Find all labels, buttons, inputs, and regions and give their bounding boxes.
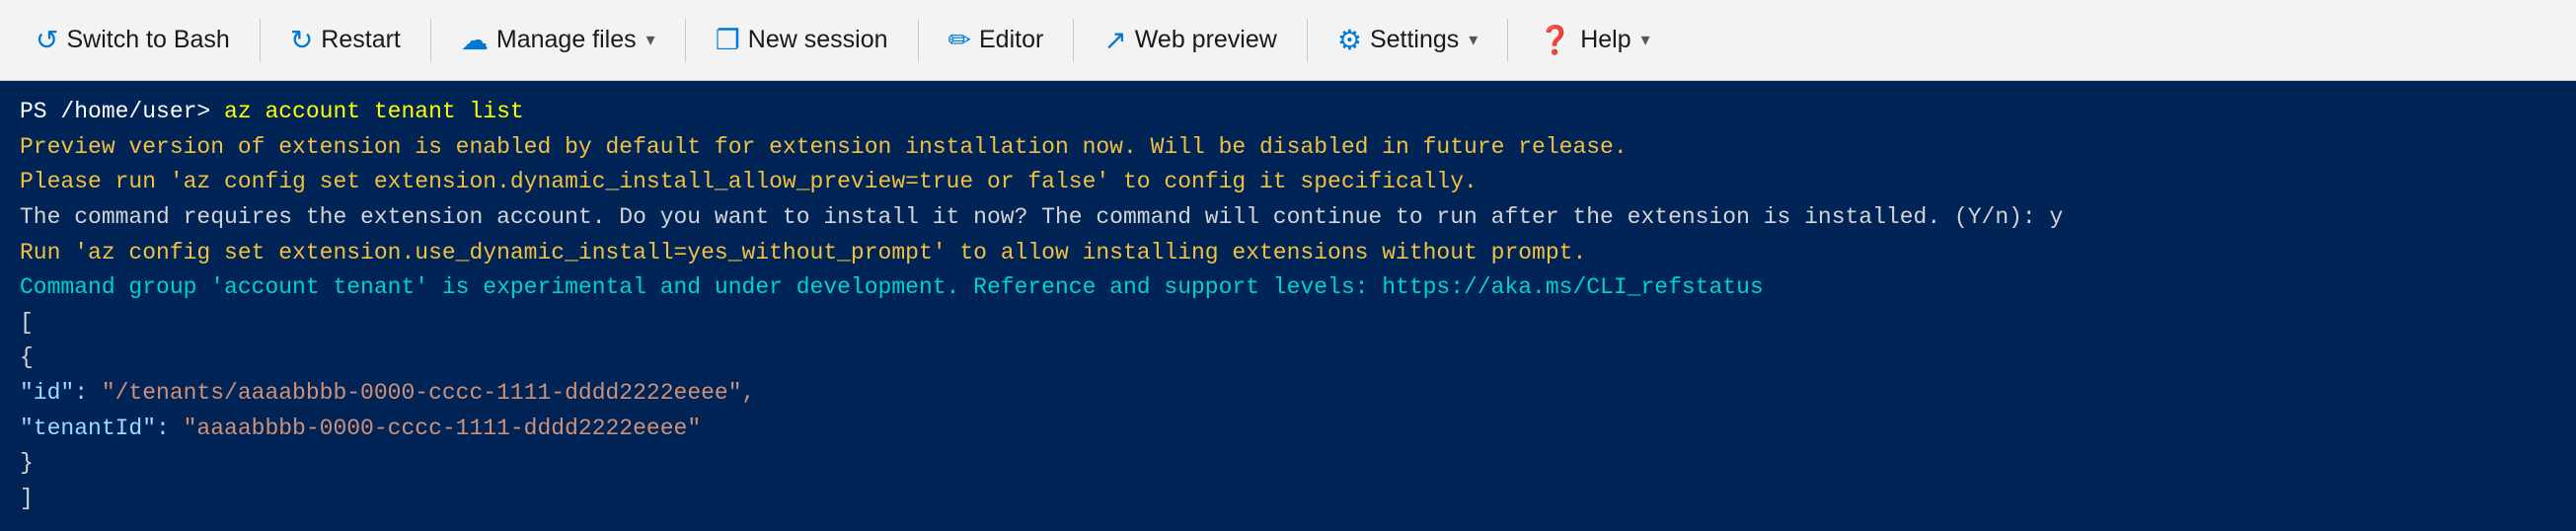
output-line-1: Preview version of extension is enabled …: [20, 130, 2556, 166]
manage-files-button[interactable]: ☁ Manage files ▾: [443, 14, 673, 66]
prompt-command: az account tenant list: [224, 99, 524, 124]
restart-button[interactable]: ↻ Restart: [272, 14, 418, 66]
output-line-2: Please run 'az config set extension.dyna…: [20, 165, 2556, 200]
output-line-3: The command requires the extension accou…: [20, 200, 2556, 236]
web-preview-label: Web preview: [1135, 26, 1277, 54]
switch-bash-icon: ↺: [36, 24, 58, 56]
help-chevron: ▾: [1641, 30, 1650, 50]
json-tenantid-key: "tenantId":: [20, 416, 170, 441]
editor-button[interactable]: ✏ Editor: [931, 14, 1062, 66]
json-open-bracket: [: [20, 306, 2556, 341]
toolbar: ↺ Switch to Bash ↻ Restart ☁ Manage file…: [0, 0, 2576, 81]
editor-label: Editor: [979, 26, 1043, 54]
json-tenantid-value: "aaaabbbb-0000-cccc-1111-dddd2222eeee": [170, 416, 701, 441]
divider-2: [430, 19, 431, 62]
settings-icon: ⚙: [1337, 24, 1362, 56]
settings-label: Settings: [1370, 26, 1459, 54]
output-line-5: Command group 'account tenant' is experi…: [20, 270, 2556, 306]
new-session-label: New session: [748, 26, 888, 54]
output-line-4: Run 'az config set extension.use_dynamic…: [20, 236, 2556, 271]
prompt-line: PS /home/user> az account tenant list: [20, 95, 2556, 130]
web-preview-button[interactable]: ↗ Web preview: [1086, 14, 1295, 66]
divider-1: [260, 19, 261, 62]
json-close-brace: }: [20, 446, 2556, 482]
help-label: Help: [1580, 26, 1630, 54]
switch-bash-label: Switch to Bash: [66, 26, 229, 54]
help-icon: ❓: [1538, 24, 1572, 56]
new-session-button[interactable]: ❐ New session: [698, 14, 906, 66]
divider-3: [685, 19, 686, 62]
help-button[interactable]: ❓ Help ▾: [1520, 14, 1667, 66]
divider-6: [1307, 19, 1308, 62]
switch-to-bash-button[interactable]: ↺ Switch to Bash: [18, 14, 248, 66]
restart-icon: ↻: [290, 24, 313, 56]
restart-label: Restart: [321, 26, 401, 54]
divider-5: [1073, 19, 1074, 62]
web-preview-icon: ↗: [1103, 24, 1126, 56]
prompt-path: PS /home/user>: [20, 99, 210, 124]
terminal[interactable]: PS /home/user> az account tenant list Pr…: [0, 81, 2576, 531]
manage-files-label: Manage files: [496, 26, 637, 54]
manage-files-icon: ☁: [461, 24, 489, 56]
json-open-brace: {: [20, 341, 2556, 376]
json-tenantid-line: "tenantId": "aaaabbbb-0000-cccc-1111-ddd…: [20, 412, 2556, 447]
divider-4: [918, 19, 919, 62]
json-id-value: "/tenants/aaaabbbb-0000-cccc-1111-dddd22…: [88, 380, 755, 406]
divider-7: [1507, 19, 1508, 62]
settings-chevron: ▾: [1469, 30, 1477, 50]
json-close-bracket: ]: [20, 482, 2556, 517]
editor-icon: ✏: [948, 24, 971, 56]
json-id-line: "id": "/tenants/aaaabbbb-0000-cccc-1111-…: [20, 376, 2556, 412]
manage-files-chevron: ▾: [646, 30, 655, 50]
settings-button[interactable]: ⚙ Settings ▾: [1320, 14, 1496, 66]
json-id-key: "id":: [20, 380, 88, 406]
new-session-icon: ❐: [716, 24, 740, 56]
